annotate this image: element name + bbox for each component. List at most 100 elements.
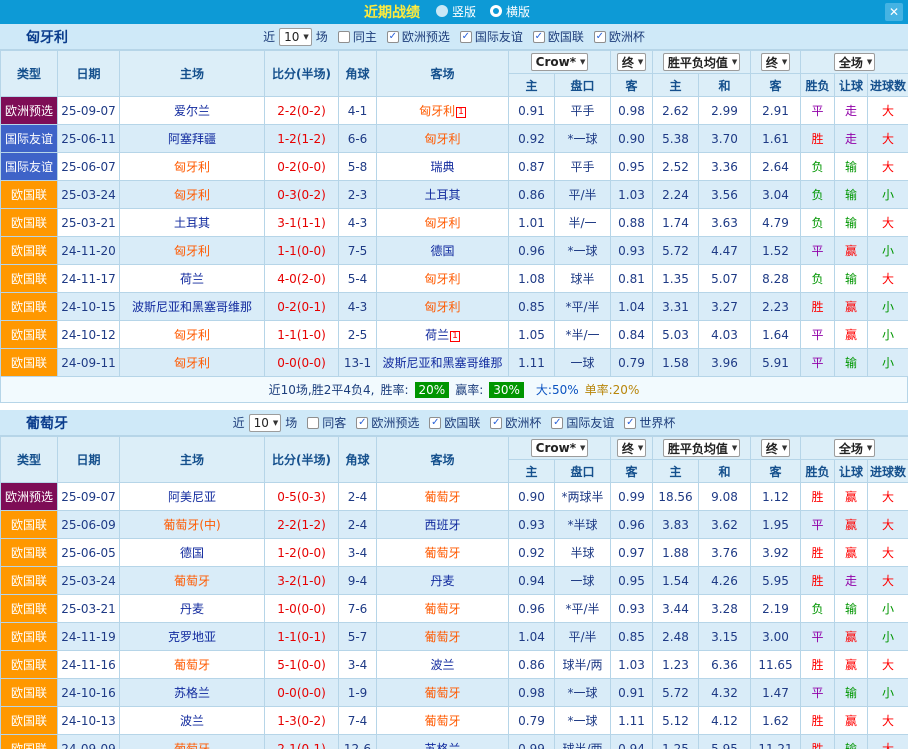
match-count-select[interactable]: 10▼ xyxy=(249,414,282,432)
result-goals: 大 xyxy=(868,97,908,125)
checkbox-label: 同主 xyxy=(353,28,377,45)
ah-home-odds: 0.91 xyxy=(509,97,555,125)
layout-radio-vertical[interactable]: 竖版 xyxy=(436,3,476,20)
league-filter-checkbox[interactable]: ✓欧国联 xyxy=(533,28,584,45)
corner-cell: 7-5 xyxy=(339,237,377,265)
col-header-home: 主场 xyxy=(120,437,265,483)
result-handicap: 赢 xyxy=(835,707,868,735)
league-filter-checkbox[interactable]: ✓欧洲杯 xyxy=(490,414,541,431)
result-wdl: 胜 xyxy=(801,125,835,153)
same-venue-checkbox[interactable]: 同客 xyxy=(307,414,346,431)
ah-line: 平手 xyxy=(555,97,611,125)
league-filter-checkbox[interactable]: ✓国际友谊 xyxy=(551,414,614,431)
match-row: 欧国联24-11-17荷兰4-0(2-0)5-4匈牙利1.08球半0.811.3… xyxy=(1,265,908,293)
match-type-badge: 欧国联 xyxy=(1,651,58,679)
select-value: 终 xyxy=(766,440,778,457)
eu-draw-odds: 6.36 xyxy=(699,651,751,679)
result-wdl: 平 xyxy=(801,511,835,539)
league-filter-checkbox[interactable]: ✓欧洲杯 xyxy=(594,28,645,45)
score-cell: 1-1(1-0) xyxy=(265,321,339,349)
away-cell: 西班牙 xyxy=(377,511,509,539)
home-team-name: 阿塞拜疆 xyxy=(168,132,216,146)
league-filter-checkbox[interactable]: ✓欧洲预选 xyxy=(356,414,419,431)
league-filter-checkbox[interactable]: ✓国际友谊 xyxy=(460,28,523,45)
ah-away-odds: 0.99 xyxy=(611,483,653,511)
sections-container: 匈牙利近10▼场同主✓欧洲预选✓国际友谊✓欧国联✓欧洲杯类型日期主场比分(半场)… xyxy=(0,24,908,749)
checkbox-icon: ✓ xyxy=(624,417,636,429)
away-team-name: 匈牙利 xyxy=(424,300,460,314)
ah-line: 半/一 xyxy=(555,209,611,237)
eu-home-odds: 2.62 xyxy=(653,97,699,125)
result-goals: 大 xyxy=(868,209,908,237)
home-cell: 匈牙利 xyxy=(120,237,265,265)
checkbox-label: 世界杯 xyxy=(639,414,675,431)
away-cell: 匈牙利 xyxy=(377,125,509,153)
league-filter-checkbox[interactable]: ✓欧洲预选 xyxy=(387,28,450,45)
match-date: 25-03-21 xyxy=(58,595,120,623)
ah-time-select[interactable]: 终▼ xyxy=(617,53,646,71)
layout-radio-horizontal[interactable]: 横版 xyxy=(490,3,530,20)
league-filter-checkbox[interactable]: ✓世界杯 xyxy=(624,414,675,431)
match-row: 欧国联24-11-19克罗地亚1-1(0-1)5-7葡萄牙1.04平/半0.85… xyxy=(1,623,908,651)
chevron-down-icon: ▼ xyxy=(303,33,308,41)
eu-time-select[interactable]: 终▼ xyxy=(761,53,790,71)
result-handicap: 输 xyxy=(835,209,868,237)
result-handicap: 赢 xyxy=(835,511,868,539)
eu-draw-odds: 4.47 xyxy=(699,237,751,265)
eu-time-select[interactable]: 终▼ xyxy=(761,439,790,457)
result-handicap: 输 xyxy=(835,181,868,209)
col-header-type: 类型 xyxy=(1,51,58,97)
scope-cell: 全场▼ xyxy=(801,51,908,74)
checkbox-label: 国际友谊 xyxy=(566,414,614,431)
select-value: 10 xyxy=(284,30,299,44)
match-type-badge: 欧国联 xyxy=(1,567,58,595)
home-team-name: 丹麦 xyxy=(180,602,204,616)
odds-source-select[interactable]: Crow*▼ xyxy=(531,53,589,71)
ah-away-odds: 0.91 xyxy=(611,679,653,707)
result-wdl: 负 xyxy=(801,153,835,181)
europe-odds-select[interactable]: 胜平负均值▼ xyxy=(663,53,740,71)
ah-line: *平/半 xyxy=(555,595,611,623)
away-cell: 瑞典 xyxy=(377,153,509,181)
away-cell: 匈牙利 xyxy=(377,293,509,321)
result-goals: 大 xyxy=(868,735,908,749)
eu-home-odds: 1.74 xyxy=(653,209,699,237)
close-button[interactable]: ✕ xyxy=(885,3,903,21)
eu-draw-odds: 4.03 xyxy=(699,321,751,349)
ah-home-odds: 0.87 xyxy=(509,153,555,181)
win-rate-label: 胜率: xyxy=(380,381,408,398)
home-cell: 荷兰 xyxy=(120,265,265,293)
result-wdl: 平 xyxy=(801,97,835,125)
same-venue-checkbox[interactable]: 同主 xyxy=(338,28,377,45)
odds-source-select[interactable]: Crow*▼ xyxy=(531,439,589,457)
away-team-name: 葡萄牙 xyxy=(424,630,460,644)
match-row: 欧洲预选25-09-07阿美尼亚0-5(0-3)2-4葡萄牙0.90*两球半0.… xyxy=(1,483,908,511)
scope-select[interactable]: 全场▼ xyxy=(834,439,875,457)
eu-draw-odds: 3.28 xyxy=(699,595,751,623)
match-date: 24-10-13 xyxy=(58,707,120,735)
result-goals: 大 xyxy=(868,153,908,181)
col-header-ah-line: 盘口 xyxy=(555,74,611,97)
home-cell: 匈牙利 xyxy=(120,349,265,377)
checkbox-icon xyxy=(307,417,319,429)
result-goals: 大 xyxy=(868,567,908,595)
col-header-result: 胜负 xyxy=(801,74,835,97)
match-type-badge: 欧国联 xyxy=(1,623,58,651)
home-cell: 葡萄牙 xyxy=(120,567,265,595)
result-handicap: 输 xyxy=(835,349,868,377)
scope-select[interactable]: 全场▼ xyxy=(834,53,875,71)
eu-away-odds: 3.04 xyxy=(751,181,801,209)
eu-home-odds: 1.23 xyxy=(653,651,699,679)
league-filter-checkbox[interactable]: ✓欧国联 xyxy=(429,414,480,431)
match-type-badge: 欧国联 xyxy=(1,595,58,623)
ah-time-select[interactable]: 终▼ xyxy=(617,439,646,457)
match-count-select[interactable]: 10 ▼ xyxy=(279,28,312,46)
checkbox-icon: ✓ xyxy=(533,31,545,43)
result-handicap: 输 xyxy=(835,679,868,707)
europe-odds-select[interactable]: 胜平负均值▼ xyxy=(663,439,740,457)
eu-home-odds: 1.25 xyxy=(653,735,699,749)
radio-icon xyxy=(436,5,448,17)
eu-away-odds: 8.28 xyxy=(751,265,801,293)
ah-away-odds: 0.85 xyxy=(611,623,653,651)
away-team-name: 葡萄牙 xyxy=(424,546,460,560)
